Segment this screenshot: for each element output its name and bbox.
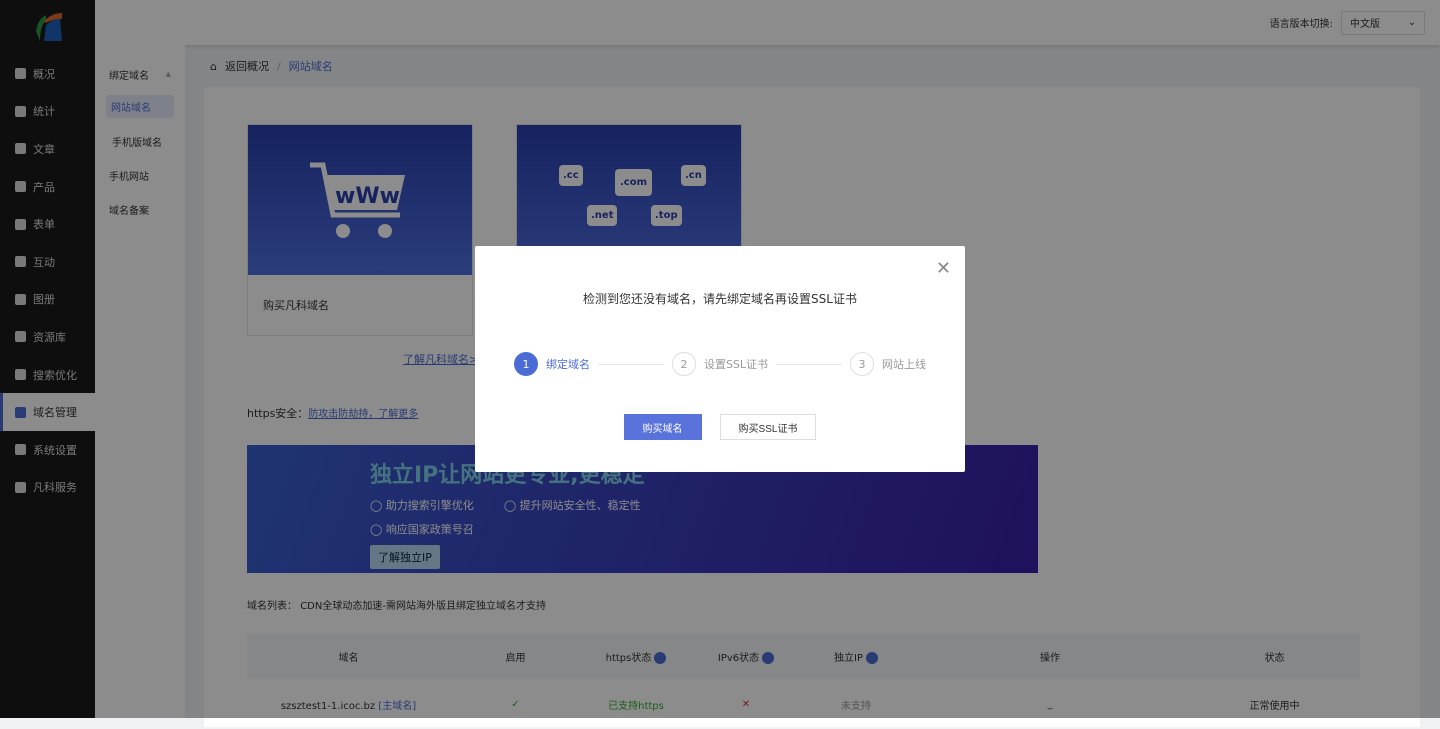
buy-ssl-button[interactable]: 购买SSL证书 <box>719 414 817 440</box>
buy-domain-button[interactable]: 购买域名 <box>623 414 702 440</box>
no-domain-dialog: ✕ 检测到您还没有域名，请先绑定域名再设置SSL证书 1 绑定域名 2 设置SSL证… <box>475 246 965 472</box>
close-icon[interactable]: ✕ <box>936 258 951 279</box>
step-bind-domain: 1 绑定域名 <box>513 352 590 376</box>
dialog-message: 检测到您还没有域名，请先绑定域名再设置SSL证书 <box>583 292 857 306</box>
steps: 1 绑定域名 2 设置SSL证书 3 网站上线 <box>475 352 965 376</box>
step-ssl: 2 设置SSL证书 <box>671 352 768 376</box>
step-online: 3 网站上线 <box>850 352 926 376</box>
step-divider <box>776 363 843 365</box>
step-divider <box>597 363 664 365</box>
